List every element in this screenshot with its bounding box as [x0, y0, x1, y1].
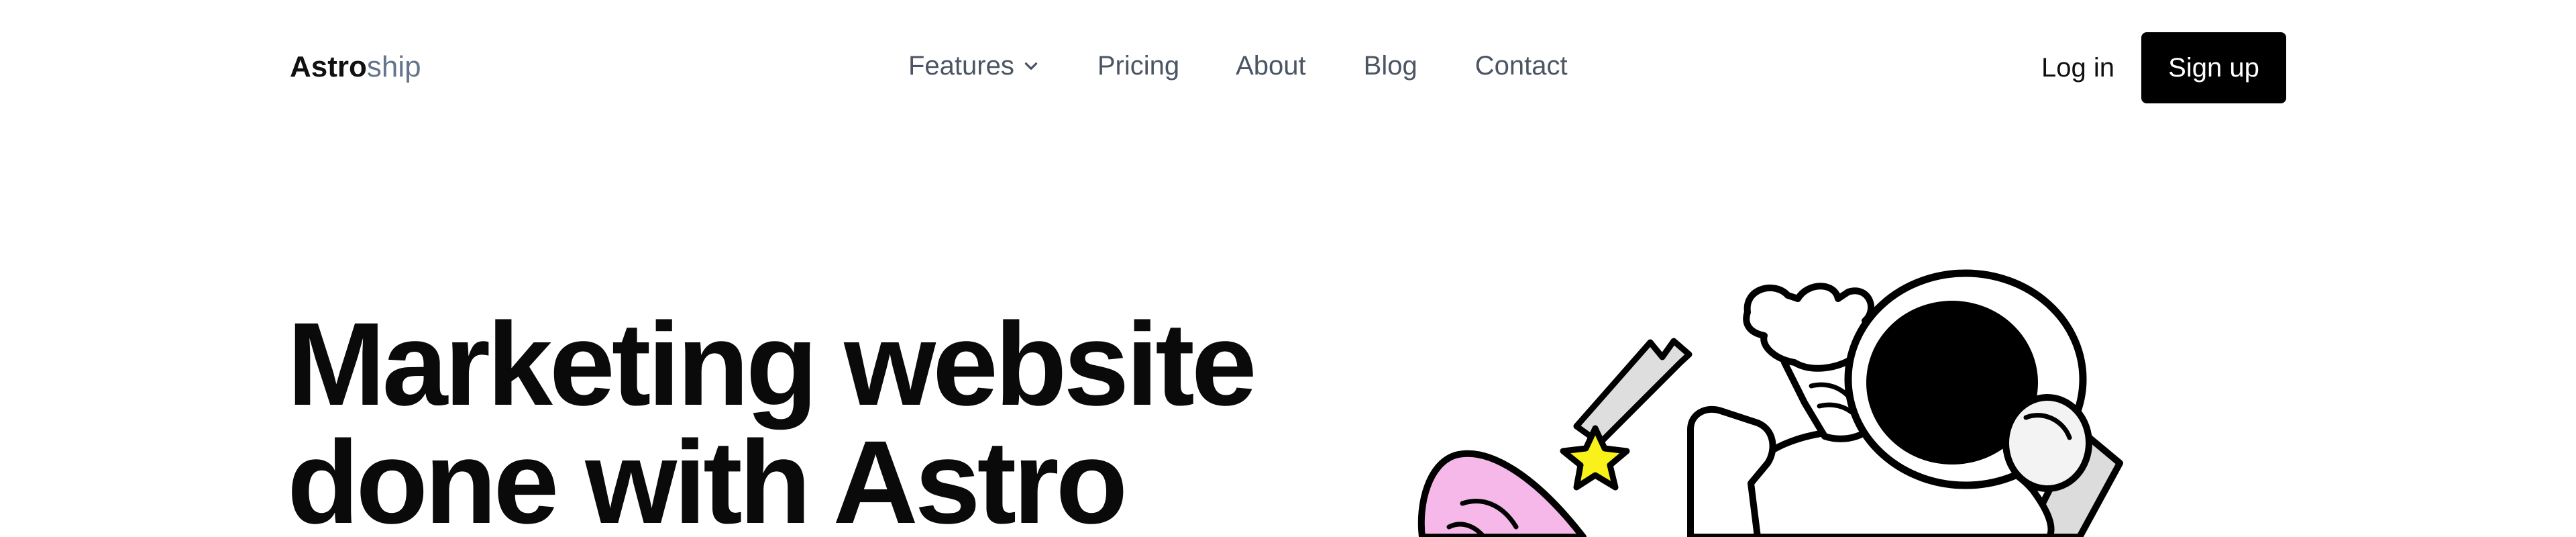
nav-item-contact[interactable]: Contact: [1475, 50, 1568, 82]
nav-item-pricing[interactable]: Pricing: [1097, 50, 1179, 82]
hero-illustration: [1409, 262, 2174, 537]
header-actions: Log in Sign up: [2041, 32, 2286, 103]
astronaut-rocket-illustration: [1417, 269, 2123, 537]
logo-light-text: ship: [366, 50, 421, 83]
astronaut-icon: [1687, 269, 2123, 537]
main-nav: Features Pricing About Blog Contact: [908, 50, 1568, 82]
site-logo[interactable]: Astroship: [290, 51, 421, 83]
hero-title-line2: done with Astro: [287, 417, 1128, 537]
nav-item-features[interactable]: Features: [908, 50, 1040, 82]
login-link[interactable]: Log in: [2041, 53, 2114, 83]
rocket-icon: [1417, 450, 1587, 537]
signup-button[interactable]: Sign up: [2141, 32, 2286, 103]
landing-page: Astroship Features Pricing About Blog Co…: [0, 0, 2576, 537]
shooting-star-icon: [1560, 338, 1693, 491]
nav-item-blog[interactable]: Blog: [1364, 50, 1417, 82]
nav-item-features-label: Features: [908, 51, 1014, 81]
nav-item-about[interactable]: About: [1236, 50, 1306, 82]
hero-title: Marketing website done with Astro: [287, 305, 1257, 537]
chevron-down-icon: [1024, 62, 1038, 70]
hero-title-line1: Marketing website: [287, 299, 1257, 430]
logo-bold-text: Astro: [290, 50, 367, 83]
site-header: Astroship Features Pricing About Blog Co…: [0, 0, 2576, 134]
